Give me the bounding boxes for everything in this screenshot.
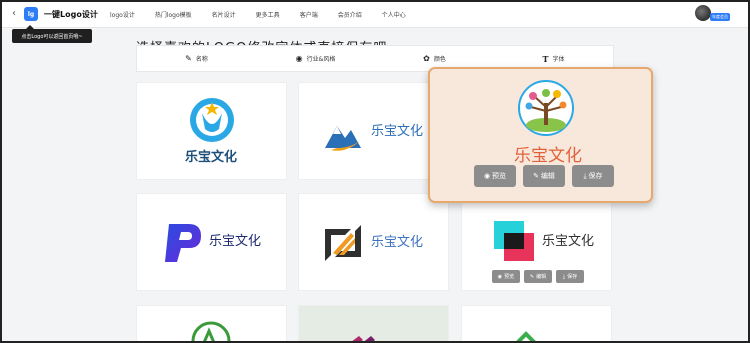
compass-icon: ◉ — [295, 54, 303, 63]
logo-card-4[interactable]: 乐宝文化 — [136, 193, 287, 291]
arrows-logo-icon — [514, 331, 538, 343]
logo-card-2[interactable]: 乐宝文化 — [298, 82, 449, 180]
logo-card-text: 乐宝文化 — [371, 124, 424, 139]
logo-card-3-hover[interactable]: 乐宝文化 ◉ 预览 ✎ 编辑 ⤓ 保存 — [428, 67, 653, 203]
logo-card-5[interactable]: 乐宝文化 — [298, 193, 449, 291]
chevron-left-icon[interactable]: ‹ — [12, 8, 16, 19]
nav-item-more-tools[interactable]: 更多工具 — [256, 10, 280, 19]
download-icon: ⤓ — [562, 273, 566, 280]
circle-leaf-logo-icon — [191, 321, 231, 343]
nav-item-card-design[interactable]: 名片设计 — [212, 10, 236, 19]
tab-label: 名称 — [195, 56, 208, 63]
home-tooltip: 点击Logo可以返回首页哦~ — [12, 25, 92, 43]
preview-label: 预览 — [492, 172, 507, 180]
nav-item-personal-center[interactable]: 个人中心 — [382, 10, 406, 19]
vip-badge: 年度会员 — [710, 13, 730, 21]
abstract-logo-icon — [349, 336, 375, 343]
pen-icon: ✎ — [185, 54, 192, 63]
tab-label: 行业&风格 — [306, 56, 336, 63]
logo-card-1[interactable]: 乐宝文化 — [136, 82, 287, 180]
tree-logo-icon — [518, 80, 574, 136]
eye-icon: ◉ — [483, 172, 491, 180]
tab-name[interactable]: ✎ 名称 — [137, 46, 256, 71]
card-actions: ◉ 预览 ✎ 编辑 ⤓ 保存 — [474, 165, 614, 187]
save-label: 保存 — [567, 274, 578, 280]
logo-card-9[interactable] — [461, 305, 612, 343]
logo-card-text: 乐宝文化 — [185, 150, 238, 165]
edit-button[interactable]: ✎ 编辑 — [523, 165, 565, 187]
tab-label: 字体 — [552, 56, 565, 63]
letter-p-logo-icon — [165, 224, 201, 262]
main-nav: logo设计 热门logo模板 名片设计 更多工具 客户端 会员介绍 个人中心 — [110, 10, 426, 19]
logo-card-7[interactable] — [136, 305, 287, 343]
tab-label: 颜色 — [433, 56, 446, 63]
logo-card-text: 乐宝文化 — [209, 234, 262, 249]
brand-logo-icon[interactable]: lg — [24, 7, 38, 21]
card-actions: ◉ 预览 ✎ 编辑 ⤓ 保存 — [492, 270, 584, 283]
logo-card-8[interactable] — [298, 305, 449, 343]
edit-label: 编辑 — [540, 172, 555, 180]
avatar[interactable] — [695, 5, 711, 21]
palette-icon: ✿ — [423, 54, 430, 63]
edit-button[interactable]: ✎ 编辑 — [524, 270, 552, 283]
nav-item-hot-templates[interactable]: 热门logo模板 — [155, 10, 192, 19]
brand-name[interactable]: 一键Logo设计 — [44, 9, 98, 20]
preview-button[interactable]: ◉ 预览 — [474, 165, 516, 187]
nav-item-logo-design[interactable]: logo设计 — [110, 10, 135, 19]
logo-card-text: 乐宝文化 — [371, 235, 424, 250]
save-label: 保存 — [588, 172, 603, 180]
pencil-icon: ✎ — [529, 273, 535, 280]
speech-bubble-logo-icon — [494, 221, 534, 261]
top-navigation: ‹ lg 一键Logo设计 logo设计 热门logo模板 名片设计 更多工具 … — [0, 0, 750, 28]
tab-industry-style[interactable]: ◉ 行业&风格 — [256, 46, 375, 71]
edit-label: 编辑 — [536, 274, 547, 280]
logo-card-text: 乐宝文化 — [542, 234, 595, 249]
stripes-logo-icon — [325, 225, 361, 261]
preview-button[interactable]: ◉ 预览 — [492, 270, 520, 283]
nav-item-membership[interactable]: 会员介绍 — [338, 10, 362, 19]
preview-label: 预览 — [504, 274, 515, 280]
save-button[interactable]: ⤓ 保存 — [556, 270, 584, 283]
logo-card-text: 乐宝文化 — [514, 146, 582, 166]
nav-item-client[interactable]: 客户端 — [300, 10, 318, 19]
download-icon: ⤓ — [583, 171, 587, 180]
person-star-logo-icon — [190, 98, 234, 142]
text-icon: T — [542, 53, 549, 64]
eye-icon: ◉ — [497, 273, 503, 280]
logo-card-6[interactable]: 乐宝文化 ◉ 预览 ✎ 编辑 ⤓ 保存 — [461, 193, 612, 291]
pencil-icon: ✎ — [533, 172, 539, 180]
mountain-moon-logo-icon — [325, 126, 363, 151]
save-button[interactable]: ⤓ 保存 — [572, 165, 614, 187]
